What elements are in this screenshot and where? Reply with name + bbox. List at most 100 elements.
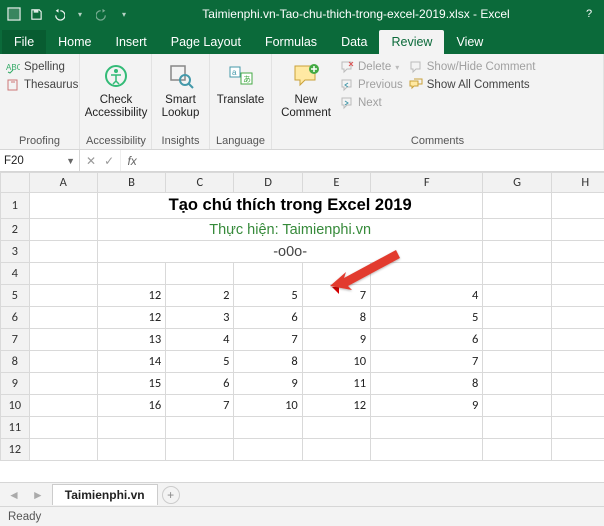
- show-all-comments-button[interactable]: Show All Comments: [409, 76, 536, 94]
- name-box-dropdown-icon[interactable]: ▼: [66, 156, 75, 166]
- sheet-nav-prev-icon[interactable]: ◄: [4, 488, 24, 502]
- col-header-H[interactable]: H: [551, 173, 604, 193]
- delete-comment-label: Delete: [358, 61, 391, 73]
- tab-formulas[interactable]: Formulas: [253, 30, 329, 54]
- cell[interactable]: 12: [97, 307, 165, 329]
- cell[interactable]: 10: [234, 395, 302, 417]
- next-comment-button[interactable]: Next: [340, 94, 403, 112]
- tab-data[interactable]: Data: [329, 30, 379, 54]
- smart-lookup-button[interactable]: Smart Lookup: [158, 58, 203, 120]
- row-header[interactable]: 10: [1, 395, 30, 417]
- row-header[interactable]: 12: [1, 439, 30, 461]
- show-hide-comment-label: Show/Hide Comment: [427, 61, 536, 73]
- new-comment-button[interactable]: New Comment: [278, 58, 334, 120]
- cancel-icon[interactable]: ✕: [86, 154, 96, 168]
- redo-icon[interactable]: [94, 6, 110, 22]
- thesaurus-button[interactable]: Thesaurus: [6, 76, 78, 94]
- tab-home[interactable]: Home: [46, 30, 103, 54]
- show-hide-comment-button[interactable]: Show/Hide Comment: [409, 58, 536, 76]
- cell[interactable]: 4: [371, 285, 483, 307]
- tab-review[interactable]: Review: [379, 30, 444, 54]
- row-header[interactable]: 3: [1, 241, 30, 263]
- tab-insert[interactable]: Insert: [104, 30, 159, 54]
- cell[interactable]: 6: [166, 373, 234, 395]
- cell[interactable]: 5: [371, 307, 483, 329]
- sheet-nav-next-icon[interactable]: ►: [28, 488, 48, 502]
- save-icon[interactable]: [28, 6, 44, 22]
- row-header[interactable]: 1: [1, 193, 30, 219]
- row-header[interactable]: 11: [1, 417, 30, 439]
- col-header-E[interactable]: E: [302, 173, 370, 193]
- cell[interactable]: 16: [97, 395, 165, 417]
- row-header[interactable]: 7: [1, 329, 30, 351]
- cell[interactable]: 11: [302, 373, 370, 395]
- cell[interactable]: 8: [302, 307, 370, 329]
- comments-group-label: Comments: [278, 133, 597, 147]
- cell[interactable]: 6: [371, 329, 483, 351]
- cell[interactable]: 13: [97, 329, 165, 351]
- row-header[interactable]: 9: [1, 373, 30, 395]
- undo-more-icon[interactable]: ▾: [72, 6, 88, 22]
- ribbon-group-insights: Smart Lookup Insights: [152, 54, 210, 149]
- row-header[interactable]: 2: [1, 219, 30, 241]
- cell[interactable]: 12: [302, 395, 370, 417]
- cell[interactable]: 10: [302, 351, 370, 373]
- col-header-C[interactable]: C: [166, 173, 234, 193]
- cell[interactable]: 9: [302, 329, 370, 351]
- select-all-corner[interactable]: [1, 173, 30, 193]
- tab-view[interactable]: View: [444, 30, 495, 54]
- previous-comment-button[interactable]: Previous: [340, 76, 403, 94]
- row-header[interactable]: 6: [1, 307, 30, 329]
- delete-comment-button[interactable]: Delete ▾: [340, 58, 403, 76]
- previous-comment-label: Previous: [358, 79, 403, 91]
- enter-icon[interactable]: ✓: [104, 154, 114, 168]
- qat-customize-icon[interactable]: ▾: [116, 6, 132, 22]
- cell[interactable]: 3: [166, 307, 234, 329]
- cell[interactable]: 4: [166, 329, 234, 351]
- cell[interactable]: 7: [166, 395, 234, 417]
- col-header-G[interactable]: G: [483, 173, 551, 193]
- row-header[interactable]: 8: [1, 351, 30, 373]
- row-header[interactable]: 5: [1, 285, 30, 307]
- cell[interactable]: 14: [97, 351, 165, 373]
- cell[interactable]: 5: [166, 351, 234, 373]
- formula-input[interactable]: [143, 150, 604, 171]
- cell[interactable]: 7: [234, 329, 302, 351]
- col-header-A[interactable]: A: [29, 173, 97, 193]
- check-accessibility-button[interactable]: Check Accessibility: [86, 58, 146, 120]
- cell[interactable]: 9: [371, 395, 483, 417]
- cell[interactable]: 9: [234, 373, 302, 395]
- cell[interactable]: 2: [166, 285, 234, 307]
- proofing-group-label: Proofing: [6, 133, 73, 147]
- status-bar: Ready: [0, 506, 604, 526]
- cell[interactable]: 7: [371, 351, 483, 373]
- ribbon-group-proofing: ABC Spelling Thesaurus Proofing: [0, 54, 80, 149]
- fx-icon[interactable]: fx: [121, 150, 143, 171]
- thesaurus-icon: [6, 78, 20, 92]
- col-header-D[interactable]: D: [234, 173, 302, 193]
- col-header-B[interactable]: B: [97, 173, 165, 193]
- worksheet-grid[interactable]: A B C D E F G H 1 Tạo chú thích trong Ex…: [0, 172, 604, 482]
- cell[interactable]: 12: [97, 285, 165, 307]
- undo-icon[interactable]: [50, 6, 66, 22]
- comment-indicator-icon: [332, 287, 339, 294]
- col-header-F[interactable]: F: [371, 173, 483, 193]
- new-sheet-button[interactable]: +: [162, 486, 180, 504]
- row-header[interactable]: 4: [1, 263, 30, 285]
- cell[interactable]: 6: [234, 307, 302, 329]
- ribbon-tabs: File Home Insert Page Layout Formulas Da…: [0, 28, 604, 54]
- cell[interactable]: 5: [234, 285, 302, 307]
- spelling-button[interactable]: ABC Spelling: [6, 58, 65, 76]
- cell[interactable]: 8: [371, 373, 483, 395]
- tab-file[interactable]: File: [2, 30, 46, 54]
- sheet-tab-active[interactable]: Taimienphi.vn: [52, 484, 158, 505]
- cell[interactable]: 15: [97, 373, 165, 395]
- tab-page-layout[interactable]: Page Layout: [159, 30, 253, 54]
- translate-button[interactable]: aあ Translate: [216, 58, 265, 107]
- formula-buttons: ✕ ✓: [80, 150, 121, 171]
- cell[interactable]: 8: [234, 351, 302, 373]
- name-box[interactable]: F20 ▼: [0, 150, 80, 171]
- help-icon[interactable]: ?: [574, 0, 604, 28]
- next-comment-label: Next: [358, 97, 382, 109]
- sheet-subtitle: Thực hiện: Taimienphi.vn: [209, 222, 371, 238]
